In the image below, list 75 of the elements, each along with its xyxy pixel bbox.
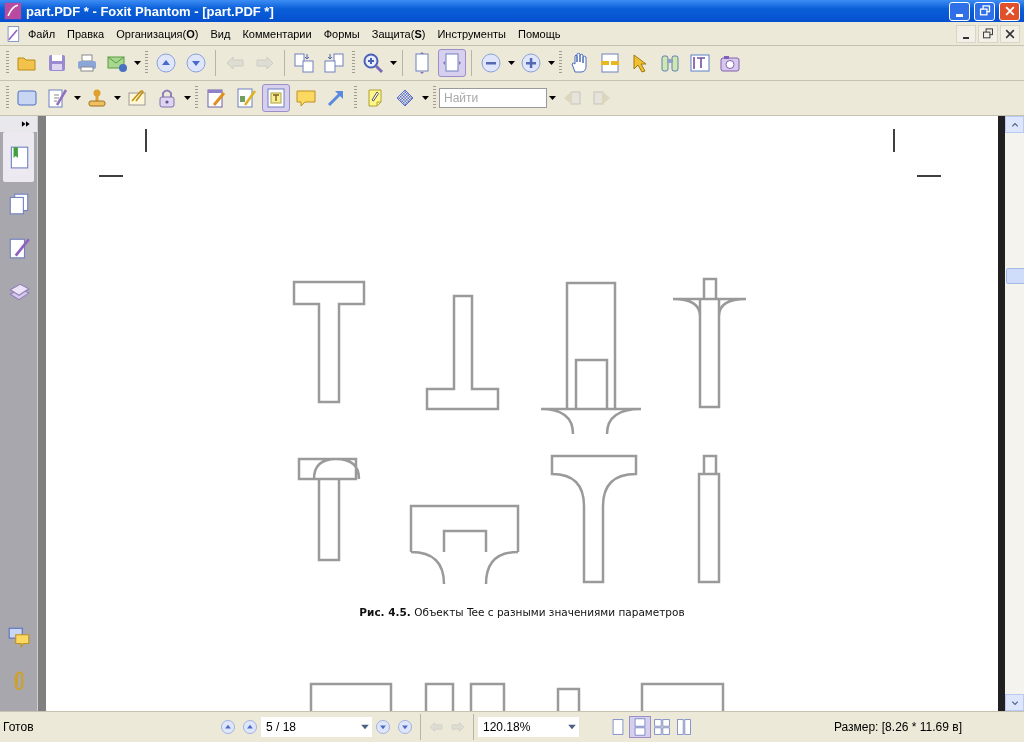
restore-icon bbox=[981, 26, 995, 41]
view-mode-button[interactable] bbox=[629, 716, 651, 738]
zoom-field[interactable]: 120.18% bbox=[478, 717, 579, 737]
dropdown-caret-icon bbox=[183, 96, 191, 100]
text-cursor-icon bbox=[689, 52, 711, 74]
status-text: Готов bbox=[2, 720, 35, 734]
dropdown-caret-icon bbox=[133, 61, 141, 65]
minimize-button[interactable] bbox=[956, 24, 976, 43]
window-title: part.PDF * - Foxit Phantom - [part.PDF *] bbox=[26, 3, 275, 19]
zoom-out-icon bbox=[480, 52, 502, 74]
menu-item[interactable]: Формы bbox=[317, 25, 366, 42]
dropdown-caret-icon bbox=[548, 96, 556, 100]
figure-caption: Рис. 4.5. Объекты Tee с разными значениями параметров bbox=[359, 606, 685, 618]
menu-item[interactable]: Организация(O) bbox=[110, 25, 205, 42]
down-circle-icon bbox=[185, 52, 207, 74]
double-arrow-icon bbox=[21, 119, 31, 129]
pages-arrow-icon bbox=[293, 52, 315, 74]
continuous-pages-icon bbox=[631, 718, 649, 736]
zoom-in-icon bbox=[362, 52, 384, 74]
minimize-icon bbox=[956, 13, 963, 17]
padlock-icon bbox=[156, 87, 178, 109]
scroll-up-button[interactable] bbox=[1005, 116, 1024, 133]
dropdown-caret-icon bbox=[507, 61, 515, 65]
menu-item[interactable]: Защита(S) bbox=[365, 25, 432, 42]
restore-icon bbox=[977, 4, 992, 18]
scroll-thumb[interactable] bbox=[1006, 268, 1024, 284]
app-icon bbox=[4, 2, 22, 20]
page-size-text: Размер: [8.26 * 11.69 в] bbox=[833, 720, 963, 734]
menu-item[interactable]: Инструменты bbox=[431, 25, 512, 42]
glasses-icon bbox=[599, 52, 621, 74]
text-box-button[interactable] bbox=[262, 84, 290, 112]
up-circle-icon bbox=[242, 719, 258, 735]
dropdown-caret-icon bbox=[113, 96, 121, 100]
menu-item[interactable]: Помощь bbox=[512, 25, 567, 42]
scroll-down-button[interactable] bbox=[1005, 694, 1024, 711]
single-page-icon bbox=[609, 718, 627, 736]
speech-bubble-icon bbox=[295, 87, 317, 109]
right-arrow-icon bbox=[450, 719, 466, 735]
pages-arrow-icon bbox=[323, 52, 345, 74]
fit-width-icon bbox=[441, 52, 463, 74]
menu-item[interactable]: Правка bbox=[61, 25, 111, 42]
binoculars-icon bbox=[659, 52, 681, 74]
dropdown-caret-icon bbox=[421, 96, 429, 100]
expand-button[interactable] bbox=[0, 116, 37, 132]
up-circle-icon bbox=[155, 52, 177, 74]
down-circle-icon bbox=[375, 719, 391, 735]
first-page-icon bbox=[220, 719, 236, 735]
document-edit-icon bbox=[235, 87, 257, 109]
restore-button[interactable] bbox=[978, 24, 998, 43]
facing-pages-icon bbox=[653, 718, 671, 736]
dropdown-caret-icon bbox=[73, 96, 81, 100]
dropdown-caret-icon bbox=[547, 61, 555, 65]
dropdown-caret-icon bbox=[389, 61, 397, 65]
notepad-pencil-icon bbox=[205, 87, 227, 109]
text-box-icon bbox=[265, 87, 287, 109]
document-pen-icon bbox=[46, 87, 68, 109]
menu-item[interactable]: Файл bbox=[22, 25, 62, 42]
left-arrow-icon bbox=[428, 719, 444, 735]
fit-width-button[interactable] bbox=[438, 49, 466, 77]
minimize-icon bbox=[963, 36, 969, 39]
menu-item[interactable]: Вид bbox=[204, 25, 237, 42]
search-field[interactable]: Найти bbox=[439, 88, 547, 108]
zoom-in-icon bbox=[520, 52, 542, 74]
view-mode-button[interactable] bbox=[651, 716, 673, 738]
close-button[interactable] bbox=[1000, 24, 1020, 43]
menu-item[interactable]: Комментарии bbox=[236, 25, 318, 42]
last-page-icon bbox=[397, 719, 413, 735]
comments-icon bbox=[6, 625, 31, 649]
rectangle-icon bbox=[16, 87, 38, 109]
two-columns-icon bbox=[675, 718, 693, 736]
document-icon bbox=[4, 24, 22, 43]
page-number-field[interactable]: 5 / 18 bbox=[261, 717, 372, 737]
printer-icon bbox=[76, 52, 98, 74]
stamp-icon bbox=[86, 87, 108, 109]
vertical-scrollbar[interactable] bbox=[1005, 116, 1024, 711]
